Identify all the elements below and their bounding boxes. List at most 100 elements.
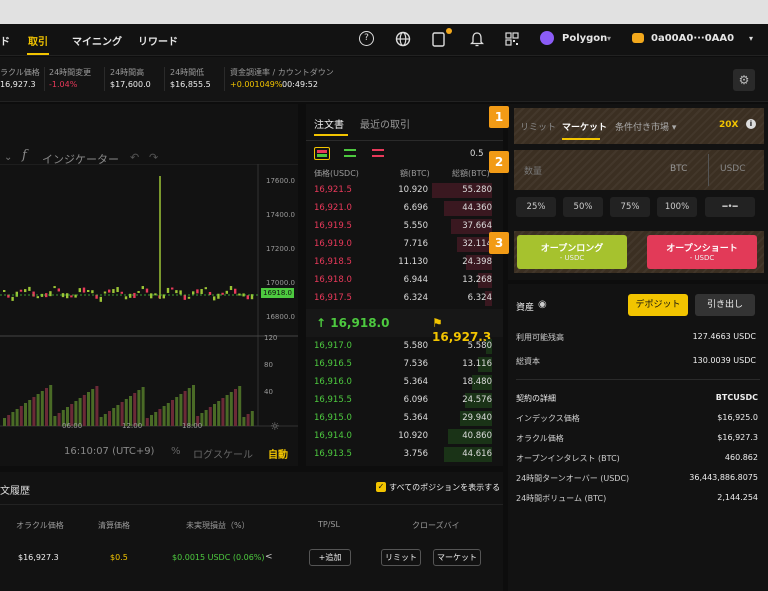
- unit-usdc[interactable]: USDC: [720, 164, 746, 174]
- tab-conditional[interactable]: 条件付き市場 ▾: [615, 120, 676, 133]
- ask-row[interactable]: 16,919.5 5.550 37.664: [306, 218, 498, 235]
- show-all-label[interactable]: すべてのポジションを表示する: [389, 482, 500, 493]
- quantity-input[interactable]: 数量: [524, 164, 542, 177]
- leverage-info-icon[interactable]: i: [746, 119, 756, 129]
- ask-row[interactable]: 16,917.5 6.324 6.324: [306, 290, 498, 307]
- bid-row[interactable]: 16,913.5 3.756 44.616: [306, 446, 498, 463]
- share-icon[interactable]: <: [265, 552, 273, 562]
- pct-25-button[interactable]: 25%: [516, 197, 556, 217]
- auto-scale-toggle[interactable]: 自動: [268, 446, 288, 461]
- positions-panel: 文履歴 ✓ すべてのポジションを表示する オラクル価格 清算価格 未実現損益（%…: [0, 472, 503, 591]
- chart-panel: ⌄ f インジケーター ↶ ↷ 17600.0 17400.0 17200.0 170…: [0, 104, 298, 466]
- network-chevron-icon[interactable]: ▾: [607, 34, 611, 43]
- contract-key: インデックス価格: [516, 414, 580, 423]
- bid-row[interactable]: 16,916.5 7.536 13.116: [306, 356, 498, 373]
- tab-limit[interactable]: リミット: [520, 120, 556, 133]
- log-scale-toggle[interactable]: ログスケール: [193, 446, 253, 461]
- ask-amount: 6.324: [403, 293, 428, 303]
- market-stats-bar: ラクル価格 16,927.3 24時間変更 -1.04% 24時間高 $17,6…: [0, 57, 768, 102]
- close-limit-button[interactable]: リミット: [381, 549, 421, 566]
- bid-row[interactable]: 16,917.0 5.580 5.580: [306, 338, 498, 355]
- ask-row[interactable]: 16,919.0 7.716 32.114: [306, 236, 498, 253]
- bid-total: 13.116: [462, 359, 492, 369]
- ask-row[interactable]: 16,921.5 10.920 55.280: [306, 182, 498, 199]
- pct-100-button[interactable]: 100%: [657, 197, 697, 217]
- candle: [200, 289, 203, 295]
- bid-row[interactable]: 16,915.0 5.364 29.940: [306, 410, 498, 427]
- contract-key: 24時間ボリューム (BTC): [516, 494, 607, 503]
- volume-bar: [3, 418, 6, 426]
- ask-row[interactable]: 16,918.5 11.130 24.398: [306, 254, 498, 271]
- bid-total: 5.580: [467, 341, 492, 351]
- account-chevron-icon[interactable]: ▾: [749, 34, 753, 43]
- percent-toggle[interactable]: %: [171, 446, 181, 457]
- volume-bar: [238, 386, 242, 426]
- candle: [57, 288, 60, 292]
- account-address[interactable]: 0a00A0···0AA0: [651, 33, 734, 44]
- nav-mining[interactable]: マイニング: [72, 33, 122, 48]
- volume-bar: [11, 412, 15, 426]
- chart-type-chevron-icon[interactable]: ⌄: [4, 152, 12, 163]
- bid-row[interactable]: 16,916.0 5.364 18.480: [306, 374, 498, 391]
- nav-reward[interactable]: リワード: [138, 33, 178, 48]
- contract-key: 24時間ターンオーバー (USDC): [516, 474, 630, 483]
- help-icon[interactable]: ?: [359, 31, 374, 46]
- volume-bar: [32, 397, 36, 426]
- apps-grid-icon[interactable]: [505, 32, 519, 46]
- candle: [36, 296, 39, 299]
- redo-icon[interactable]: ↷: [149, 151, 158, 164]
- nav-trade[interactable]: 取引: [28, 33, 48, 48]
- assets-title: 資産: [516, 303, 535, 313]
- eye-icon[interactable]: ◉: [538, 299, 547, 310]
- undo-icon[interactable]: ↶: [130, 151, 139, 164]
- view-bids-icon[interactable]: [344, 149, 356, 157]
- close-market-button[interactable]: マーケット: [433, 549, 481, 566]
- bid-amount: 5.364: [403, 377, 428, 387]
- volume-bar: [204, 410, 208, 426]
- wallet-icon[interactable]: [431, 28, 453, 48]
- bid-row[interactable]: 16,915.5 6.096 24.576: [306, 392, 498, 409]
- volume-bar: [162, 406, 166, 426]
- show-all-checkbox[interactable]: ✓: [376, 482, 386, 492]
- candle: [141, 286, 144, 290]
- leverage-selector[interactable]: 20X: [719, 120, 738, 130]
- candle: [32, 291, 35, 297]
- ask-row[interactable]: 16,918.0 6.944 13.268: [306, 272, 498, 289]
- withdraw-button[interactable]: 引き出し: [695, 294, 755, 316]
- slider-toggle-icon[interactable]: ━•━: [705, 197, 755, 217]
- candle: [99, 296, 102, 302]
- bell-icon[interactable]: [470, 31, 484, 47]
- network-selector[interactable]: Polygon: [562, 33, 607, 44]
- open-short-button[interactable]: オープンショート - USDC: [647, 235, 757, 269]
- ask-row[interactable]: 16,921.0 6.696 44.360: [306, 200, 498, 217]
- bid-row[interactable]: 16,914.0 10.920 40.860: [306, 428, 498, 445]
- pct-75-button[interactable]: 75%: [610, 197, 650, 217]
- view-asks-icon[interactable]: [372, 149, 384, 157]
- price-chart[interactable]: [0, 164, 298, 466]
- volume-bar: [250, 411, 254, 426]
- volume-bar: [40, 391, 44, 426]
- tab-recent-trades[interactable]: 最近の取引: [360, 116, 410, 131]
- chart-settings-icon[interactable]: ☼: [270, 420, 280, 433]
- pct-50-button[interactable]: 50%: [563, 197, 603, 217]
- tab-orderbook[interactable]: 注文書: [314, 116, 344, 131]
- volume-bar: [154, 412, 158, 426]
- candle: [120, 291, 123, 294]
- bid-total: 18.480: [462, 377, 492, 387]
- candle: [66, 293, 69, 299]
- settings-gear-icon[interactable]: ⚙: [733, 69, 755, 91]
- volume-bar: [137, 390, 141, 426]
- available-value: 127.4663 USDC: [692, 332, 756, 341]
- tpsl-add-button[interactable]: +追加: [309, 549, 351, 566]
- tab-market[interactable]: マーケット: [562, 120, 607, 133]
- deposit-button[interactable]: デポジット: [628, 294, 688, 316]
- precision-selector[interactable]: 0.5: [470, 149, 484, 159]
- function-icon[interactable]: f: [22, 148, 27, 163]
- globe-icon[interactable]: [395, 31, 411, 47]
- open-long-button[interactable]: オープンロング - USDC: [517, 235, 627, 269]
- view-both-icon[interactable]: [314, 147, 330, 160]
- unit-btc[interactable]: BTC: [670, 164, 687, 174]
- candle: [179, 290, 182, 295]
- candle: [171, 287, 174, 290]
- bid-amount: 5.580: [403, 341, 428, 351]
